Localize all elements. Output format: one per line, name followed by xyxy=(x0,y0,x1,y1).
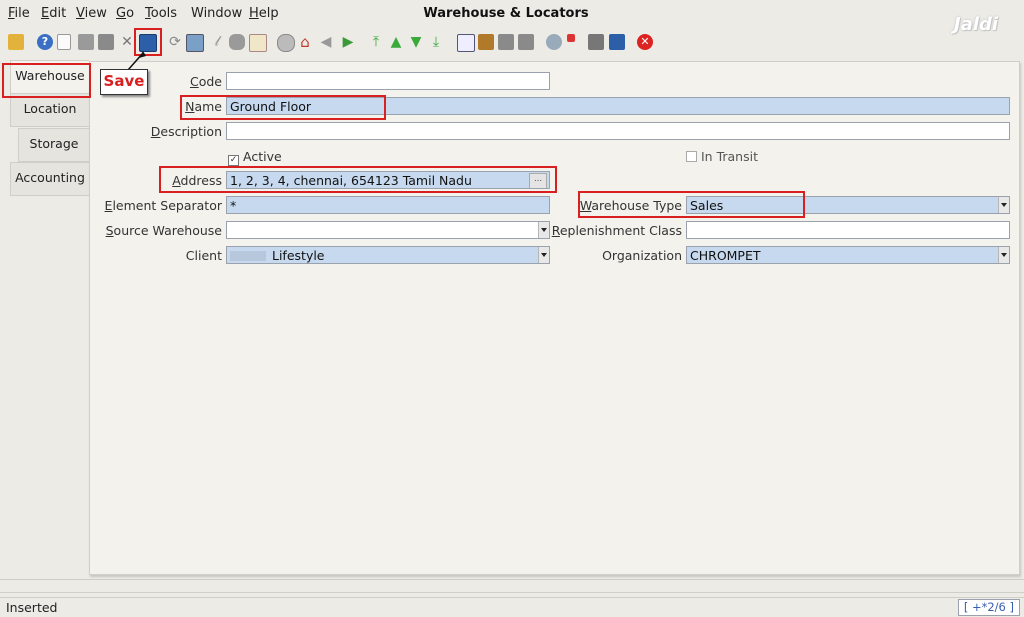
tab-storage[interactable]: Storage xyxy=(18,128,89,162)
address-field[interactable]: 1, 2, 3, 4, chennai, 654123 Tamil Nadu ⋯ xyxy=(226,171,550,189)
end-window-icon[interactable] xyxy=(609,34,625,50)
address-label: Address xyxy=(172,173,222,188)
refresh-icon[interactable]: ⟳ xyxy=(167,34,183,50)
first-record-icon[interactable]: ⤒ xyxy=(368,34,384,50)
grid-toggle-icon[interactable] xyxy=(249,34,267,52)
next-record-icon[interactable]: ▼ xyxy=(408,34,424,50)
last-record-icon[interactable]: ⤓ xyxy=(428,34,444,50)
home-icon[interactable]: ⌂ xyxy=(297,34,313,50)
chevron-down-icon xyxy=(998,247,1009,263)
chat-icon[interactable] xyxy=(229,34,245,50)
code-field[interactable] xyxy=(226,72,550,90)
find-icon[interactable] xyxy=(186,34,204,52)
tab-location[interactable]: Location xyxy=(10,93,89,127)
warehouse-type-select[interactable]: Sales xyxy=(686,196,1010,214)
new-record-icon[interactable] xyxy=(57,34,71,50)
chevron-down-icon xyxy=(538,247,549,263)
detail-record-icon[interactable]: ▶ xyxy=(340,34,356,50)
copy-record-icon[interactable] xyxy=(78,34,94,50)
status-message: Inserted xyxy=(6,600,58,615)
status-bar: Inserted [ +*2/6 ] xyxy=(0,597,1024,617)
in-transit-checkbox[interactable]: In Transit xyxy=(686,149,758,164)
horizontal-scrollbar[interactable] xyxy=(0,579,1024,593)
replenishment-class-field[interactable] xyxy=(686,221,1010,239)
archive-icon[interactable] xyxy=(478,34,494,50)
menu-bar: File Edit View Go Tools Window Help Ware… xyxy=(0,0,1024,35)
warehouse-type-label: Warehouse Type xyxy=(579,198,682,213)
active-checkbox[interactable]: ✓ Active xyxy=(228,149,282,166)
element-separator-label: Element Separator xyxy=(104,198,222,213)
attachment-icon[interactable]: 𝓁 xyxy=(209,34,225,50)
delete-record-icon[interactable] xyxy=(98,34,114,50)
window-title: Warehouse & Locators xyxy=(423,6,589,21)
parent-record-icon[interactable]: ◀ xyxy=(318,34,334,50)
location-picker-icon[interactable]: ⋯ xyxy=(529,173,547,188)
tab-warehouse[interactable]: Warehouse xyxy=(10,60,89,94)
product-info-icon[interactable] xyxy=(588,34,604,50)
checkbox-unchecked-icon xyxy=(686,151,697,162)
undo-icon[interactable] xyxy=(8,34,24,50)
tab-accounting[interactable]: Accounting xyxy=(10,162,89,196)
workflow-icon[interactable] xyxy=(567,34,575,42)
source-warehouse-label: Source Warehouse xyxy=(105,223,222,238)
element-separator-field[interactable]: * xyxy=(226,196,550,214)
previous-record-icon[interactable]: ▲ xyxy=(388,34,404,50)
description-label: Description xyxy=(150,124,222,139)
name-field[interactable]: Ground Floor xyxy=(226,97,1010,115)
report-icon[interactable] xyxy=(457,34,475,52)
source-warehouse-select[interactable] xyxy=(226,221,550,239)
organization-select[interactable]: CHROMPET xyxy=(686,246,1010,264)
history-icon[interactable] xyxy=(277,34,295,52)
description-field[interactable] xyxy=(226,122,1010,140)
close-icon[interactable]: ✕ xyxy=(637,34,653,50)
client-select[interactable]: Lifestyle xyxy=(226,246,550,264)
organization-label: Organization xyxy=(602,248,682,263)
save-icon[interactable] xyxy=(139,34,157,52)
chevron-down-icon xyxy=(998,197,1009,213)
toolbar: ? ✕ ⟳ 𝓁 ⌂ ◀ ▶ ⤒ ▲ ▼ ⤓ ✕ xyxy=(0,28,1024,56)
record-indicator[interactable]: [ +*2/6 ] xyxy=(957,599,1020,616)
save-callout: Save xyxy=(100,69,148,95)
print-preview-icon[interactable] xyxy=(498,34,514,50)
print-icon[interactable] xyxy=(518,34,534,50)
blurred-text xyxy=(230,251,266,261)
zoom-across-icon[interactable] xyxy=(546,34,562,50)
name-label: Name xyxy=(185,99,222,114)
checkbox-checked-icon: ✓ xyxy=(228,155,239,166)
delete-selection-icon[interactable]: ✕ xyxy=(119,34,135,50)
client-label: Client xyxy=(185,248,222,263)
help-icon[interactable]: ? xyxy=(37,34,53,50)
replenishment-class-label: Replenishment Class xyxy=(551,223,682,238)
